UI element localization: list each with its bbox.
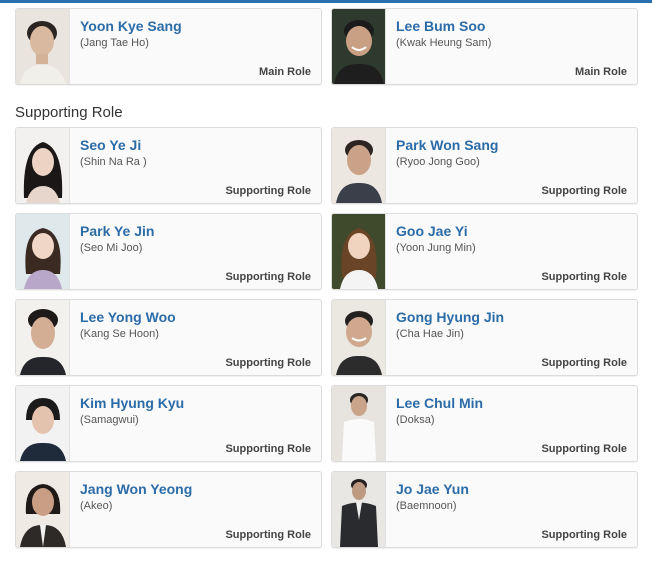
actor-name-link[interactable]: Lee Bum Soo (396, 18, 485, 34)
role-label: Supporting Role (225, 271, 311, 283)
actor-name-link[interactable]: Gong Hyung Jin (396, 309, 504, 325)
section-heading-supporting-role: Supporting Role (15, 104, 123, 121)
actor-name-link[interactable]: Park Ye Jin (80, 223, 154, 239)
actor-name-link[interactable]: Jang Won Yeong (80, 481, 192, 497)
actor-photo[interactable] (332, 128, 386, 203)
role-label: Main Role (259, 66, 311, 78)
actor-name-link[interactable]: Yoon Kye Sang (80, 18, 182, 34)
role-label: Supporting Role (541, 529, 627, 541)
actor-photo[interactable] (16, 386, 70, 461)
actor-name-link[interactable]: Jo Jae Yun (396, 481, 469, 497)
actor-photo[interactable] (16, 300, 70, 375)
cast-card-seo-ye-ji[interactable]: Seo Ye Ji (Shin Na Ra ) Supporting Role (15, 127, 322, 204)
cast-card-lee-chul-min[interactable]: Lee Chul Min (Doksa) Supporting Role (331, 385, 638, 462)
actor-name-link[interactable]: Park Won Sang (396, 137, 498, 153)
cast-card-park-ye-jin[interactable]: Park Ye Jin (Seo Mi Joo) Supporting Role (15, 213, 322, 290)
character-name: (Doksa) (396, 414, 435, 426)
role-label: Supporting Role (541, 357, 627, 369)
cast-card-jo-jae-yun[interactable]: Jo Jae Yun (Baemnoon) Supporting Role (331, 471, 638, 548)
role-label: Supporting Role (225, 443, 311, 455)
actor-photo[interactable] (16, 128, 70, 203)
top-accent-bar (0, 0, 652, 3)
actor-photo[interactable] (332, 472, 386, 547)
character-name: (Akeo) (80, 500, 113, 512)
cast-card-lee-bum-soo[interactable]: Lee Bum Soo (Kwak Heung Sam) Main Role (331, 8, 638, 85)
actor-photo[interactable] (332, 214, 386, 289)
character-name: (Kwak Heung Sam) (396, 37, 492, 49)
cast-card-lee-yong-woo[interactable]: Lee Yong Woo (Kang Se Hoon) Supporting R… (15, 299, 322, 376)
character-name: (Kang Se Hoon) (80, 328, 159, 340)
actor-name-link[interactable]: Goo Jae Yi (396, 223, 468, 239)
actor-photo[interactable] (16, 472, 70, 547)
role-label: Main Role (575, 66, 627, 78)
cast-card-goo-jae-yi[interactable]: Goo Jae Yi (Yoon Jung Min) Supporting Ro… (331, 213, 638, 290)
character-name: (Cha Hae Jin) (396, 328, 464, 340)
actor-photo[interactable] (16, 9, 70, 84)
actor-photo[interactable] (16, 214, 70, 289)
actor-name-link[interactable]: Kim Hyung Kyu (80, 395, 184, 411)
actor-photo[interactable] (332, 300, 386, 375)
character-name: (Ryoo Jong Goo) (396, 156, 480, 168)
cast-card-yoon-kye-sang[interactable]: Yoon Kye Sang (Jang Tae Ho) Main Role (15, 8, 322, 85)
cast-card-gong-hyung-jin[interactable]: Gong Hyung Jin (Cha Hae Jin) Supporting … (331, 299, 638, 376)
role-label: Supporting Role (225, 357, 311, 369)
cast-card-jang-won-yeong[interactable]: Jang Won Yeong (Akeo) Supporting Role (15, 471, 322, 548)
actor-name-link[interactable]: Lee Chul Min (396, 395, 483, 411)
actor-photo[interactable] (332, 9, 386, 84)
character-name: (Jang Tae Ho) (80, 37, 149, 49)
character-name: (Seo Mi Joo) (80, 242, 143, 254)
cast-card-park-won-sang[interactable]: Park Won Sang (Ryoo Jong Goo) Supporting… (331, 127, 638, 204)
character-name: (Shin Na Ra ) (80, 156, 147, 168)
role-label: Supporting Role (541, 185, 627, 197)
role-label: Supporting Role (225, 529, 311, 541)
cast-card-kim-hyung-kyu[interactable]: Kim Hyung Kyu (Samagwui) Supporting Role (15, 385, 322, 462)
role-label: Supporting Role (541, 443, 627, 455)
character-name: (Samagwui) (80, 414, 139, 426)
role-label: Supporting Role (225, 185, 311, 197)
actor-name-link[interactable]: Lee Yong Woo (80, 309, 176, 325)
actor-photo[interactable] (332, 386, 386, 461)
character-name: (Baemnoon) (396, 500, 457, 512)
actor-name-link[interactable]: Seo Ye Ji (80, 137, 141, 153)
character-name: (Yoon Jung Min) (396, 242, 476, 254)
role-label: Supporting Role (541, 271, 627, 283)
